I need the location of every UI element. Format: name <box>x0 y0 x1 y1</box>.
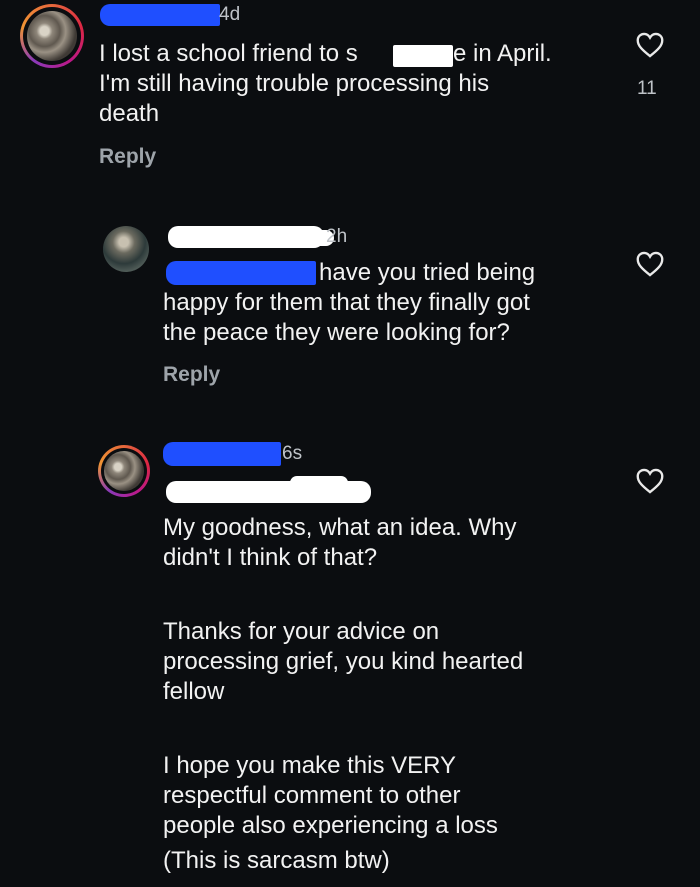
like-count: 11 <box>637 78 657 99</box>
comment-timestamp: 6s <box>282 443 303 464</box>
comment-text-line: death <box>99 100 160 127</box>
avatar[interactable] <box>103 226 149 272</box>
comment-text-line: e in April. <box>453 40 552 67</box>
comment-text-line: I'm still having trouble processing his <box>99 70 490 97</box>
reply-button[interactable]: Reply <box>99 145 156 169</box>
heart-outline-icon[interactable] <box>636 251 664 277</box>
redacted-word <box>393 45 453 67</box>
heart-outline-icon[interactable] <box>636 468 664 494</box>
comment-text-line: I lost a school friend to s <box>99 40 358 67</box>
redacted-mention <box>166 261 316 285</box>
comment-paragraph: I hope you make this VERY respectful com… <box>163 752 498 839</box>
comment-timestamp: 2h <box>326 226 348 247</box>
reply-button[interactable]: Reply <box>163 363 220 387</box>
comment-2: 2h have you tried being happy for them t… <box>0 200 700 420</box>
redacted-username <box>100 4 220 26</box>
comment-timestamp: 4d <box>219 4 241 25</box>
avatar[interactable] <box>104 451 144 491</box>
comment-paragraph: Thanks for your advice on processing gri… <box>163 618 524 705</box>
heart-outline-icon[interactable] <box>636 32 664 58</box>
comment-paragraph: My goodness, what an idea. Why didn't I … <box>163 514 517 571</box>
redacted-username <box>163 442 281 466</box>
comment-text-line: have you tried being <box>319 259 536 286</box>
redacted-username <box>222 230 334 246</box>
comment-1: 4d I lost a school friend to s e in Apri… <box>0 0 700 200</box>
avatar[interactable] <box>27 11 77 61</box>
comment-3: 6s My goodness, what an idea. Why didn't… <box>0 420 700 887</box>
comment-text-line: the peace they were looking for? <box>163 319 510 346</box>
redacted-mention <box>290 476 348 490</box>
comment-text-line: happy for them that they finally got <box>163 289 530 316</box>
comment-paragraph: (This is sarcasm btw) <box>163 847 390 874</box>
